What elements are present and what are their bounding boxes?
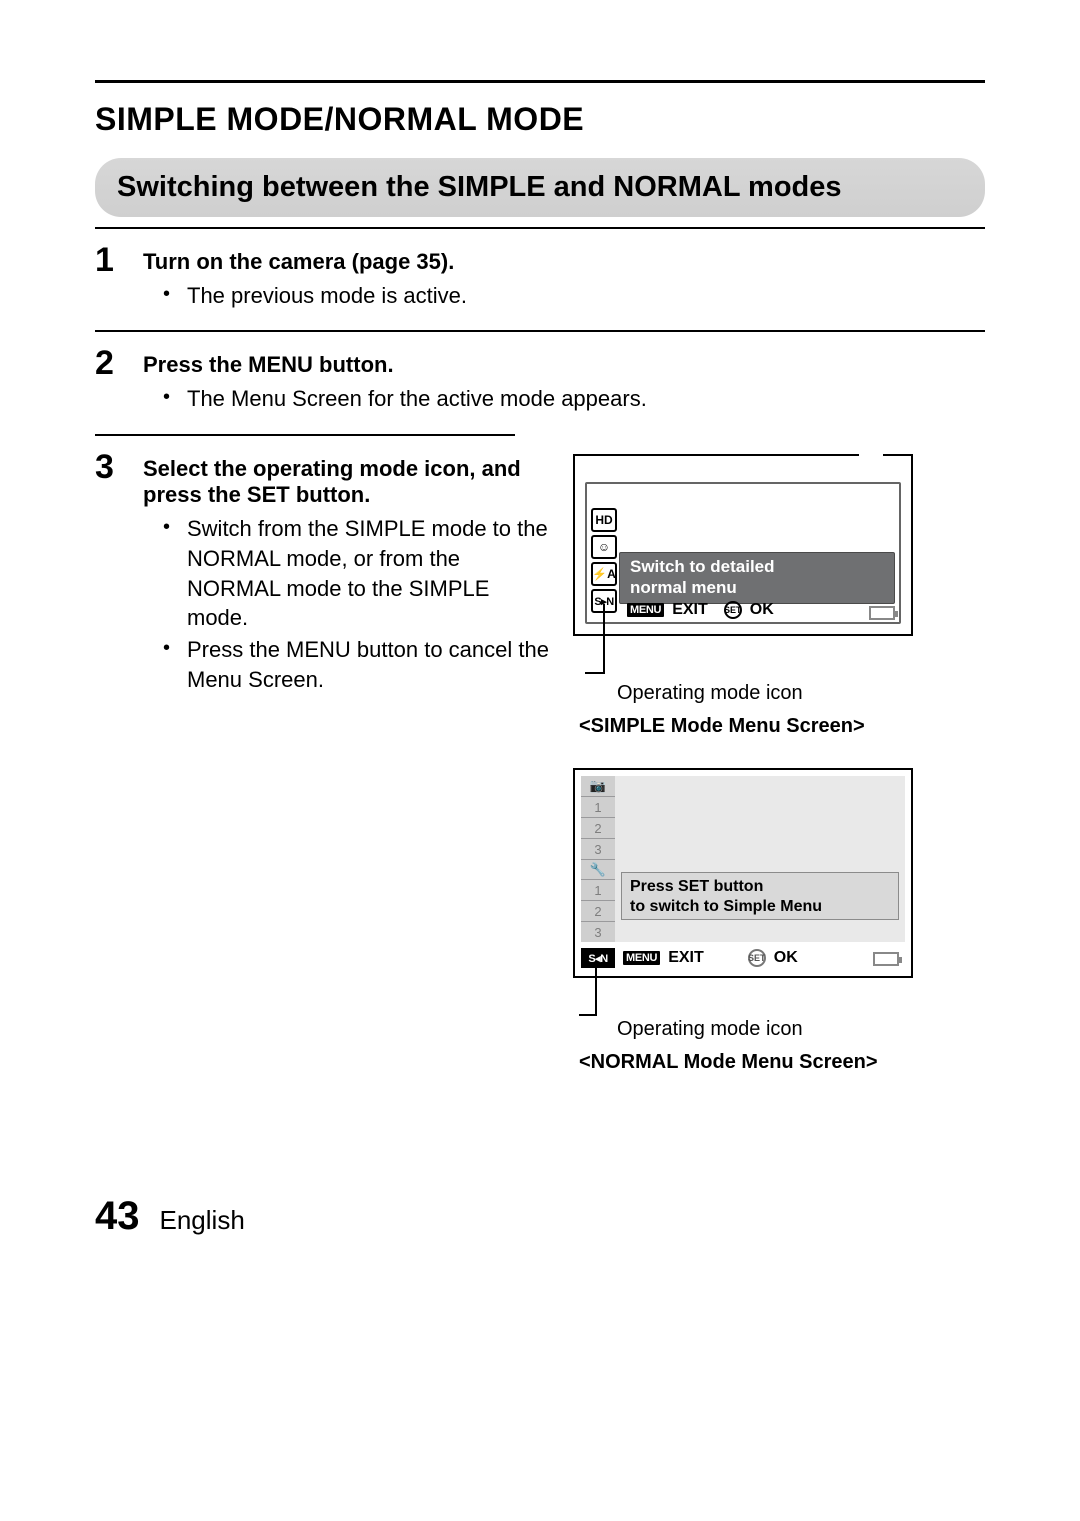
callout-line xyxy=(585,672,603,674)
set-icon: SET xyxy=(748,949,766,967)
switch-message: Switch to detailed normal menu xyxy=(619,552,895,604)
side-tab-column: 📷 1 2 3 🔧 1 2 3 xyxy=(581,776,615,942)
step-number: 2 xyxy=(95,346,129,416)
callout-line xyxy=(595,962,597,1016)
step-2: 2 Press the MENU button. The Menu Screen… xyxy=(95,346,985,416)
tab-number: 1 xyxy=(581,879,615,900)
callout-line xyxy=(579,1014,595,1016)
top-rule xyxy=(95,80,985,83)
section-subtitle: Switching between the SIMPLE and NORMAL … xyxy=(95,158,985,217)
callout-line xyxy=(603,604,605,674)
callout-label: Operating mode icon xyxy=(617,682,933,705)
step-title: Turn on the camera (page 35). xyxy=(143,249,985,275)
step-divider xyxy=(95,330,985,332)
exit-label: EXIT xyxy=(668,949,704,967)
hd-icon: HD xyxy=(591,508,617,532)
tab-number: 1 xyxy=(581,796,615,817)
tab-number: 3 xyxy=(581,838,615,859)
step-1: 1 Turn on the camera (page 35). The prev… xyxy=(95,243,985,313)
msg-line: Press SET button xyxy=(630,877,890,897)
page-footer: 43 English xyxy=(95,1194,985,1239)
flash-auto-icon: ⚡A xyxy=(591,562,617,586)
normal-mode-screen: 📷 1 2 3 🔧 1 2 3 Press SET button xyxy=(573,768,913,978)
tab-number: 2 xyxy=(581,817,615,838)
battery-icon xyxy=(873,952,899,966)
step-bullet: Switch from the SIMPLE mode to the NORMA… xyxy=(187,514,553,633)
menu-chip-icon: MENU xyxy=(627,603,664,617)
msg-line: Switch to detailed xyxy=(630,557,884,577)
face-icon: ☺ xyxy=(591,535,617,559)
step-number: 3 xyxy=(95,450,129,1074)
menu-chip-icon: MENU xyxy=(623,951,660,965)
step-title: Press the MENU button. xyxy=(143,352,985,378)
tab-number: 3 xyxy=(581,921,615,942)
step-bullet: The Menu Screen for the active mode appe… xyxy=(187,384,985,414)
step-number: 1 xyxy=(95,243,129,313)
page-number: 43 xyxy=(95,1194,140,1239)
tab-number: 2 xyxy=(581,900,615,921)
set-icon: SET xyxy=(724,601,742,619)
step-3: 3 Select the operating mode icon, and pr… xyxy=(95,450,985,1074)
callout-label: Operating mode icon xyxy=(617,1018,933,1041)
exit-label: EXIT xyxy=(672,601,708,619)
switch-message: Press SET button to switch to Simple Men… xyxy=(621,872,899,920)
subtitle-under-rule xyxy=(95,227,985,229)
camera-icon: 📷 xyxy=(581,776,615,796)
screen-caption: <SIMPLE Mode Menu Screen> xyxy=(579,715,933,738)
msg-line: normal menu xyxy=(630,578,884,598)
ok-label: OK xyxy=(750,601,774,619)
screen-caption: <NORMAL Mode Menu Screen> xyxy=(579,1051,933,1074)
ok-label: OK xyxy=(774,949,798,967)
page-title: SIMPLE MODE/NORMAL MODE xyxy=(95,101,985,138)
step-title: Select the operating mode icon, and pres… xyxy=(143,456,553,508)
simple-mode-screen: HD ☺ ⚡A S▸N Switch to detailed normal me… xyxy=(573,454,913,636)
step-bullet: Press the MENU button to cancel the Menu… xyxy=(187,635,553,694)
battery-icon xyxy=(869,606,895,620)
operating-mode-icon: S◂N xyxy=(581,948,615,968)
wrench-icon: 🔧 xyxy=(581,859,615,879)
step-divider-short xyxy=(95,434,515,436)
msg-line: to switch to Simple Menu xyxy=(630,897,890,917)
step-bullet: The previous mode is active. xyxy=(187,281,985,311)
language-label: English xyxy=(160,1205,245,1236)
